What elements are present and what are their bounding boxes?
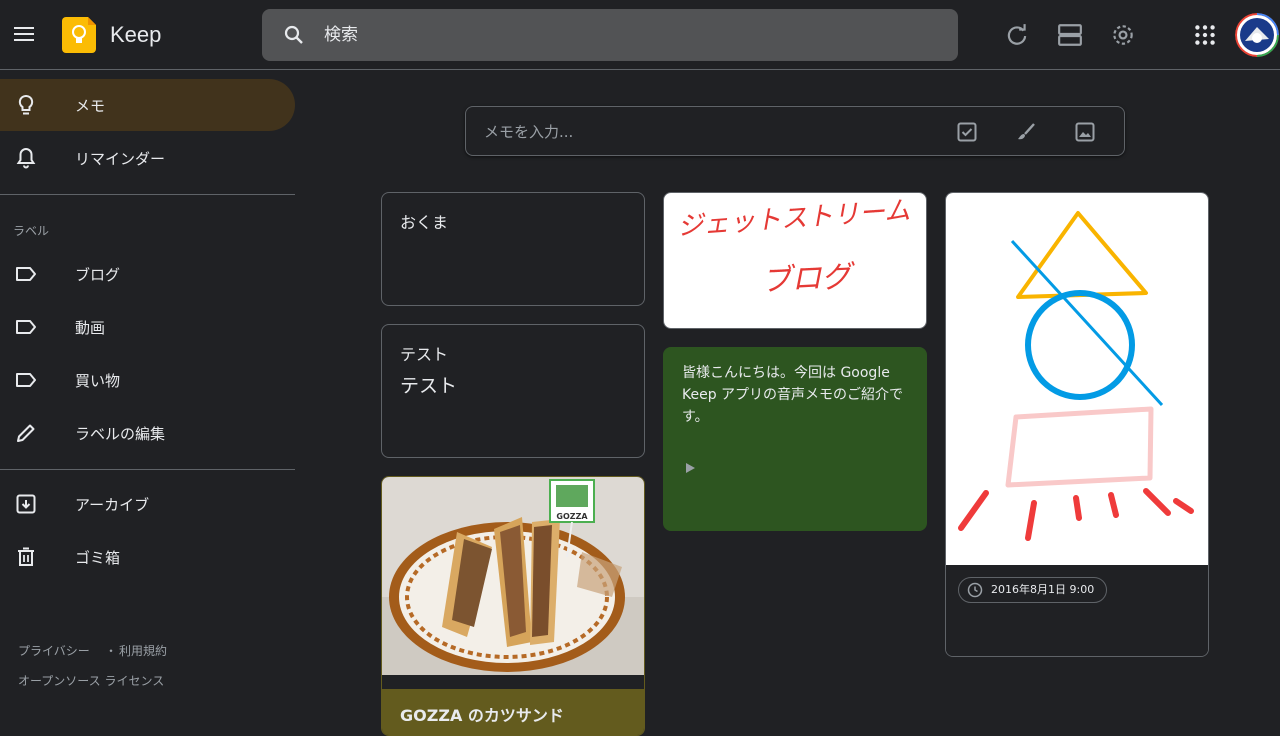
sign-text: GOZZA (556, 512, 588, 521)
handwriting-text: ジェットストリーム (676, 196, 911, 242)
apps-grid-icon[interactable] (1192, 22, 1218, 48)
note-body: テスト (400, 375, 458, 397)
refresh-icon[interactable] (1004, 22, 1030, 48)
sidebar-item-label: 動画 (75, 319, 106, 337)
sidebar: メモ リマインダー ラベル ブログ 動画 買い物 ラベルの編集 アーカイブ ゴミ… (0, 71, 295, 720)
note-card-drawing-shapes[interactable]: 2016年8月1日 9:00 (945, 192, 1209, 657)
sidebar-item-reminders[interactable]: リマインダー (0, 132, 295, 184)
archive-icon (16, 494, 36, 514)
reminder-text: 2016年8月1日 9:00 (991, 583, 1095, 596)
pencil-icon (17, 424, 35, 442)
search-icon[interactable] (282, 23, 306, 47)
shape-drawing (946, 193, 1208, 565)
bell-icon (16, 147, 36, 169)
image-icon[interactable] (1073, 120, 1097, 144)
sidebar-item-label: ゴミ箱 (75, 549, 121, 567)
settings-gear-icon[interactable] (1110, 22, 1136, 48)
account-avatar[interactable] (1235, 13, 1279, 57)
sidebar-item-label: ブログ (75, 266, 121, 284)
sidebar-divider (0, 194, 295, 195)
checkbox-list-icon[interactable] (955, 120, 979, 144)
note-title: テスト (400, 345, 449, 364)
note-caption-bar: GOZZA のカツサンド (382, 689, 644, 735)
top-bar: Keep (0, 0, 1280, 70)
lightbulb-icon (18, 94, 34, 115)
label-icon (16, 373, 36, 387)
handwriting-text: ブログ (761, 259, 858, 299)
note-footer: 2016年8月1日 9:00 (946, 565, 1208, 656)
terms-link[interactable]: 利用規約 (119, 642, 167, 659)
list-view-icon[interactable] (1057, 22, 1083, 48)
sidebar-item-label: 買い物 (75, 372, 121, 390)
sidebar-item-label-video[interactable]: 動画 (0, 301, 295, 353)
oss-license-link[interactable]: オープンソース ライセンス (18, 672, 164, 689)
label-icon (16, 267, 36, 281)
sidebar-item-edit-labels[interactable]: ラベルの編集 (0, 407, 295, 459)
footer-separator: ・ (105, 644, 118, 658)
note-card-voice[interactable]: 皆様こんにちは。今回は Google Keep アプリの音声メモのご紹介です。 (663, 347, 927, 531)
trash-icon (18, 547, 34, 566)
sidebar-divider (0, 469, 295, 470)
main-menu-icon[interactable] (14, 24, 38, 44)
play-icon[interactable] (684, 462, 696, 474)
note-card-drawing-jetstream[interactable]: ジェットストリーム ブログ (663, 192, 927, 329)
note-card-test[interactable]: テスト テスト (381, 324, 645, 458)
sidebar-item-label-blog[interactable]: ブログ (0, 248, 295, 300)
take-note-bar[interactable] (465, 106, 1125, 156)
clock-icon (967, 582, 983, 598)
note-card-gozza[interactable]: GOZZA GOZZA のカツサンド (381, 476, 645, 736)
search-input[interactable] (324, 21, 924, 49)
sidebar-item-archive[interactable]: アーカイブ (0, 478, 295, 530)
handwriting-drawing: ジェットストリーム ブログ (676, 196, 911, 299)
sidebar-item-trash[interactable]: ゴミ箱 (0, 531, 295, 583)
privacy-link[interactable]: プライバシー (18, 642, 90, 659)
sidebar-item-label: アーカイブ (75, 496, 150, 514)
sidebar-item-label-shopping[interactable]: 買い物 (0, 354, 295, 406)
sidebar-item-notes[interactable]: メモ (0, 79, 295, 131)
take-note-input[interactable] (484, 120, 924, 144)
note-card-okuma[interactable]: おくま (381, 192, 645, 306)
reminder-chip[interactable]: 2016年8月1日 9:00 (958, 577, 1108, 603)
note-title: おくま (400, 213, 449, 232)
labels-heading: ラベル (13, 224, 50, 238)
label-icon (16, 320, 36, 334)
keep-logo-icon[interactable] (62, 17, 96, 53)
search-bar[interactable] (262, 9, 958, 61)
sidebar-item-label: メモ (75, 97, 106, 115)
sandwich-photo: GOZZA (382, 477, 644, 675)
app-name: Keep (110, 22, 162, 47)
sidebar-item-label: リマインダー (75, 150, 166, 168)
note-body: 皆様こんにちは。今回は Google Keep アプリの音声メモのご紹介です。 (682, 365, 904, 425)
note-title: GOZZA のカツサンド (400, 706, 564, 725)
brush-icon[interactable] (1014, 120, 1038, 144)
sidebar-item-label: ラベルの編集 (75, 425, 166, 443)
